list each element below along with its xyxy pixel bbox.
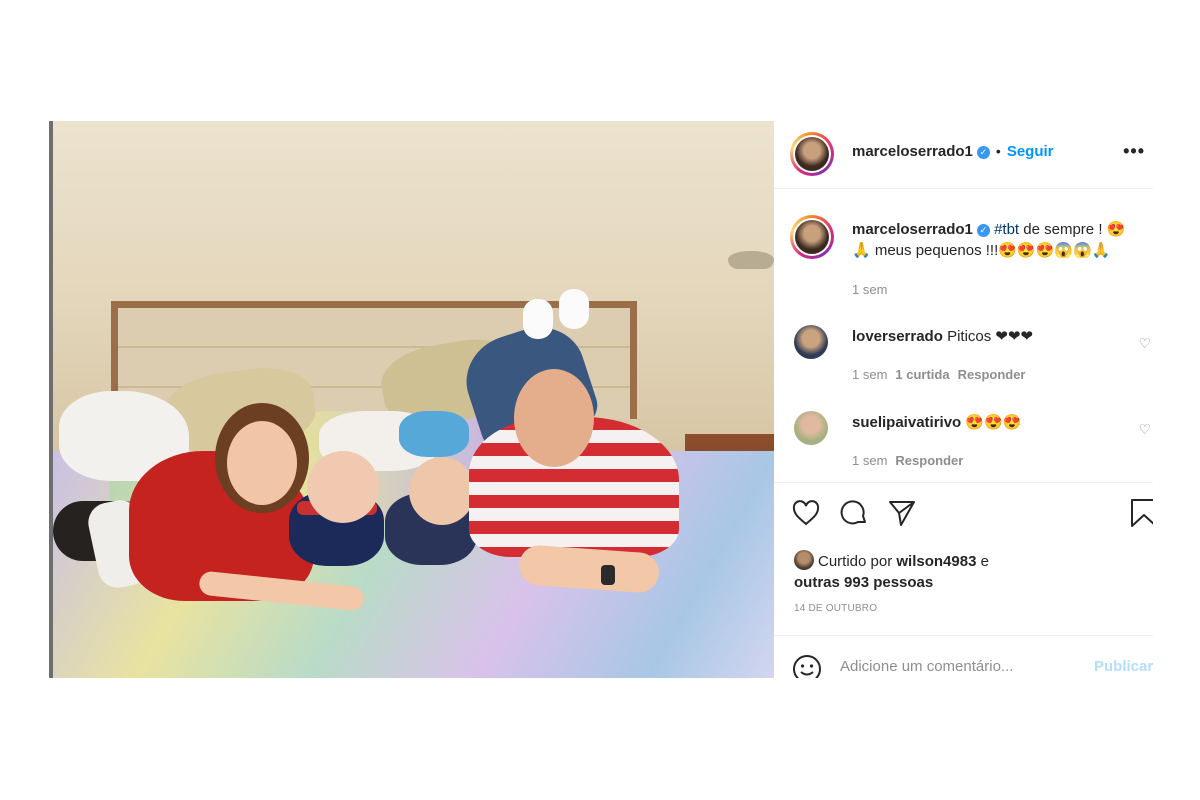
post-date[interactable]: 14 DE OUTUBRO (794, 603, 877, 614)
post-sidebar: marceloserrado1 ✓ • Seguir ••• marceloserra… (774, 121, 1153, 678)
caption-text: marceloserrado1 ✓ #tbt de sempre ! 😍 🙏 me… (852, 221, 1126, 259)
caption-avatar[interactable] (790, 215, 834, 259)
verified-badge-icon: ✓ (976, 146, 990, 159)
comment-meta: 1 sem 1 curtida Responder (852, 367, 1026, 382)
author-username[interactable]: marceloserrado1 (852, 143, 973, 160)
add-comment-bar: Adicione um comentário... Publicar (774, 635, 1153, 678)
comment-text: suelipaivatirivo 😍😍😍 (852, 414, 1022, 431)
heart-icon[interactable] (790, 497, 822, 529)
comment-avatar[interactable] (794, 411, 828, 445)
likes-count-link[interactable]: outras 993 pessoas (794, 574, 933, 591)
emoji-icon[interactable] (792, 654, 822, 678)
comment-username[interactable]: loverserrado (852, 328, 943, 345)
photo-lamp (728, 251, 774, 269)
comment-like-heart-icon[interactable]: ♡ (1138, 335, 1151, 352)
publish-button[interactable]: Publicar (1094, 658, 1153, 675)
likes-summary: Curtido por wilson4983 e outras 993 pess… (794, 550, 989, 593)
bookmark-icon[interactable] (1128, 497, 1153, 529)
separator-dot: • (995, 143, 1001, 159)
liker-username[interactable]: wilson4983 (896, 553, 976, 570)
post-photo[interactable] (49, 121, 774, 678)
comment-username[interactable]: suelipaivatirivo (852, 414, 961, 431)
comment-likes[interactable]: 1 curtida (895, 367, 949, 382)
share-icon[interactable] (886, 497, 918, 529)
caption-time[interactable]: 1 sem (852, 282, 887, 297)
hashtag-link[interactable]: #tbt (994, 221, 1019, 238)
caption-username[interactable]: marceloserrado1 (852, 221, 973, 238)
liker-avatar[interactable] (794, 550, 814, 570)
post-actions: Curtido por wilson4983 e outras 993 pess… (774, 482, 1153, 633)
post-header: marceloserrado1 ✓ • Seguir ••• (774, 121, 1153, 189)
caption-line-2: 🙏 meus pequenos !!!😍😍😍😱😱🙏 (852, 242, 1111, 259)
more-options-icon[interactable]: ••• (1123, 141, 1145, 162)
comment-meta: 1 sem Responder (852, 453, 964, 468)
instagram-post: marceloserrado1 ✓ • Seguir ••• marceloserra… (49, 121, 1153, 678)
verified-badge-icon: ✓ (976, 224, 990, 237)
comment-text: loverserrado Piticos ❤❤❤ (852, 328, 1034, 345)
comment-input[interactable]: Adicione um comentário... (840, 658, 1013, 675)
comments-list: marceloserrado1 ✓ #tbt de sempre ! 😍 🙏 me… (774, 189, 1153, 481)
reply-button[interactable]: Responder (895, 453, 963, 468)
author-avatar[interactable] (790, 132, 834, 176)
reply-button[interactable]: Responder (958, 367, 1026, 382)
comment-avatar[interactable] (794, 325, 828, 359)
comment-like-heart-icon[interactable]: ♡ (1138, 421, 1151, 438)
comment-icon[interactable] (838, 497, 870, 529)
follow-button[interactable]: Seguir (1007, 143, 1054, 160)
